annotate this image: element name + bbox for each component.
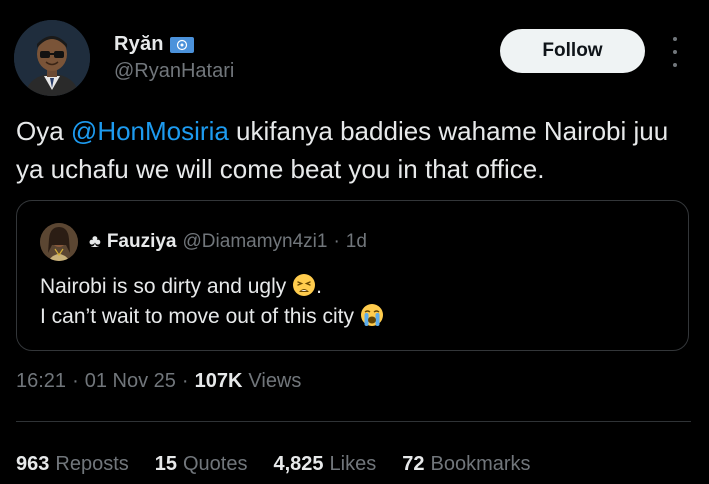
reposts-label: Reposts — [55, 453, 129, 475]
quote-timestamp[interactable]: 1d — [346, 231, 367, 253]
bookmarks-stat[interactable]: 72 Bookmarks — [402, 453, 530, 476]
author-handle[interactable]: @RyanHatari — [114, 60, 234, 83]
quotes-label: Quotes — [183, 453, 248, 475]
meta-separator-1: · — [72, 370, 79, 392]
club-suit-icon: ♣ — [89, 231, 101, 251]
bookmarks-count: 72 — [402, 453, 425, 475]
likes-label: Likes — [329, 453, 377, 475]
reposts-stat[interactable]: 963 Reposts — [16, 453, 129, 476]
crying-face-emoji-icon — [360, 303, 384, 327]
tweet-text: Oya @HonMosiria ukifanya baddies wahame … — [16, 112, 696, 188]
quote-separator: · — [333, 231, 340, 252]
tweet-mention-link[interactable]: @HonMosiria — [71, 116, 229, 146]
tweet-text-before: Oya — [16, 116, 71, 146]
quote-text: Nairobi is so dirty and ugly . I can’t w… — [40, 272, 384, 332]
meta-separator-2: · — [181, 370, 189, 392]
tweet-date[interactable]: 01 Nov 25 — [85, 370, 176, 393]
author-name-row: Ryăn — [114, 33, 194, 56]
likes-count: 4,825 — [273, 453, 324, 475]
un-flag-icon — [169, 36, 194, 54]
author-name[interactable]: Ryăn — [114, 33, 164, 56]
quote-avatar-illustration — [40, 223, 78, 261]
engagement-stats: 963 Reposts 15 Quotes 4,825 Likes 72 Boo… — [16, 453, 557, 476]
quotes-count: 15 — [154, 453, 177, 475]
quote-line-2-text: I can’t wait to move out of this city — [40, 305, 354, 328]
likes-stat[interactable]: 4,825 Likes — [273, 453, 376, 476]
tired-face-emoji-icon — [292, 273, 316, 297]
more-options-icon[interactable] — [666, 37, 684, 67]
author-avatar[interactable] — [14, 20, 90, 96]
quote-line-1: Nairobi is so dirty and ugly . — [40, 272, 384, 302]
tweet-time[interactable]: 16:21 — [16, 370, 66, 393]
bookmarks-label: Bookmarks — [430, 453, 531, 475]
quote-author-name[interactable]: Fauziya — [107, 231, 177, 253]
follow-button[interactable]: Follow — [500, 29, 645, 73]
views-label: Views — [248, 370, 302, 392]
quote-header: ♣ Fauziya @Diamamyn4zi1 · 1d — [89, 231, 367, 253]
avatar-illustration — [14, 20, 90, 96]
views-count: 107K — [194, 370, 243, 392]
quote-author-avatar[interactable] — [40, 223, 78, 261]
quote-line-2: I can’t wait to move out of this city — [40, 302, 384, 332]
quotes-stat[interactable]: 15 Quotes — [155, 453, 248, 476]
reposts-count: 963 — [16, 453, 50, 475]
quote-line-1-text: Nairobi is so dirty and ugly — [40, 275, 287, 298]
quote-line-1-end: . — [316, 275, 322, 298]
quoted-tweet-card[interactable]: ♣ Fauziya @Diamamyn4zi1 · 1d Nairobi is … — [16, 200, 689, 351]
divider — [16, 421, 691, 422]
tweet-meta-row: 16:21 · 01 Nov 25 · 107K Views — [16, 370, 301, 393]
quote-author-handle[interactable]: @Diamamyn4zi1 — [183, 231, 328, 253]
